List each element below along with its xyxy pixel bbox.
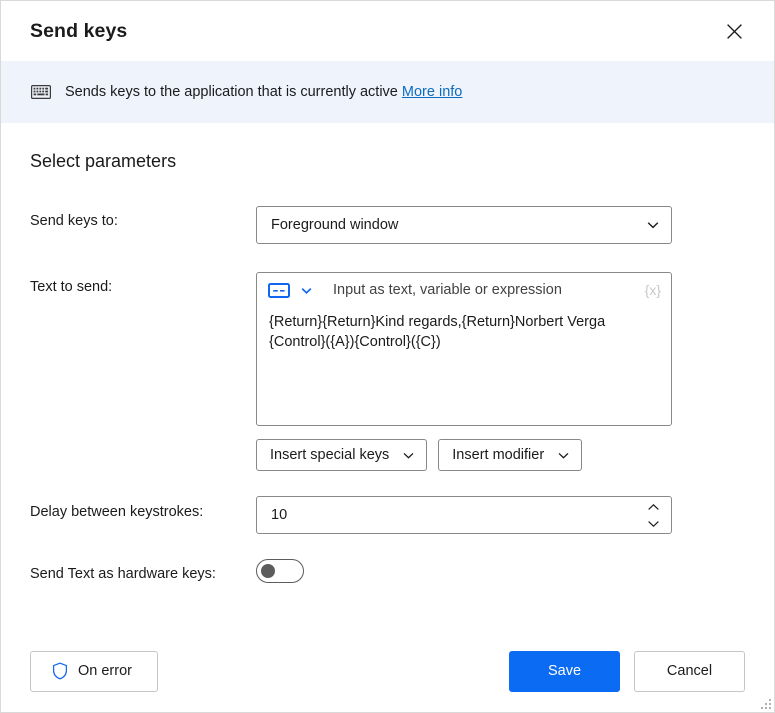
field-send-text-as-hardware-keys	[256, 559, 745, 583]
page-title: Select parameters	[30, 151, 177, 171]
send-keys-to-dropdown[interactable]: Foreground window	[256, 206, 672, 244]
banner-message-text: Sends keys to the application that is cu…	[65, 84, 398, 100]
chevron-down-icon-special-keys	[389, 448, 416, 463]
delay-spinner-arrows	[639, 497, 671, 533]
field-text-to-send: Input as text, variable or expression {x…	[256, 272, 745, 471]
field-send-keys-to: Foreground window	[256, 206, 745, 244]
insert-modifier-label: Insert modifier	[452, 447, 545, 463]
on-error-label: On error	[78, 663, 132, 679]
save-button[interactable]: Save	[509, 650, 620, 692]
text-to-send-placeholder: Input as text, variable or expression	[333, 282, 562, 298]
text-to-send-editor: Input as text, variable or expression {x…	[256, 272, 672, 426]
dialog-body: Select parameters Send keys to: Foregrou…	[1, 123, 774, 630]
send-text-as-hardware-keys-toggle[interactable]	[256, 559, 304, 583]
insert-buttons: Insert special keys Insert modifier	[256, 439, 745, 471]
field-delay-between-keystrokes: 10	[256, 496, 745, 534]
text-to-send-toolbar: Input as text, variable or expression {x…	[257, 273, 671, 307]
dialog-footer: On error Save Cancel	[1, 630, 774, 712]
chevron-down-icon-delay[interactable]	[639, 515, 667, 531]
chevron-down-icon-input-mode[interactable]	[299, 283, 314, 298]
expression-marker[interactable]: {x}	[645, 282, 661, 298]
close-icon[interactable]	[712, 11, 756, 51]
shield-icon	[52, 662, 68, 680]
more-info-link[interactable]: More info	[402, 84, 462, 100]
send-keys-dialog: Send keys Sends keys to the application …	[0, 0, 775, 713]
keyboard-icon	[30, 81, 52, 103]
insert-modifier-button[interactable]: Insert modifier	[438, 439, 583, 471]
parameters-form: Send keys to: Foreground window Text to …	[30, 206, 745, 585]
label-text-to-send: Text to send:	[30, 279, 113, 295]
dialog-titlebar: Send keys	[1, 1, 774, 61]
info-banner: Sends keys to the application that is cu…	[1, 61, 774, 123]
toggle-knob	[261, 564, 275, 578]
label-send-keys-to: Send keys to:	[30, 213, 118, 229]
row-delay-between-keystrokes: Delay between keystrokes: 10	[30, 496, 745, 534]
chevron-down-icon-modifier	[544, 448, 571, 463]
label-delay-between-keystrokes: Delay between keystrokes:	[30, 504, 204, 520]
row-text-to-send: Text to send: Input as text, variable or…	[30, 272, 745, 471]
row-send-keys-to: Send keys to: Foreground window	[30, 206, 745, 244]
send-keys-to-value: Foreground window	[271, 217, 399, 233]
row-send-text-as-hardware-keys: Send Text as hardware keys:	[30, 559, 745, 585]
chevron-up-icon-delay[interactable]	[639, 499, 667, 515]
dialog-title: Send keys	[30, 19, 128, 42]
delay-input[interactable]: 10	[257, 497, 639, 533]
insert-special-keys-button[interactable]: Insert special keys	[256, 439, 428, 471]
banner-message: Sends keys to the application that is cu…	[65, 84, 462, 100]
insert-special-keys-label: Insert special keys	[270, 447, 390, 463]
resize-grip[interactable]	[758, 696, 771, 709]
chevron-down-icon	[645, 217, 661, 233]
text-to-send-input[interactable]: {Return}{Return}Kind regards,{Return}Nor…	[257, 307, 671, 425]
label-send-text-as-hardware-keys: Send Text as hardware keys:	[30, 566, 216, 582]
on-error-button[interactable]: On error	[30, 650, 158, 692]
text-input-mode-icon[interactable]	[268, 282, 290, 298]
delay-spinner[interactable]: 10	[256, 496, 672, 534]
cancel-button[interactable]: Cancel	[634, 650, 745, 692]
